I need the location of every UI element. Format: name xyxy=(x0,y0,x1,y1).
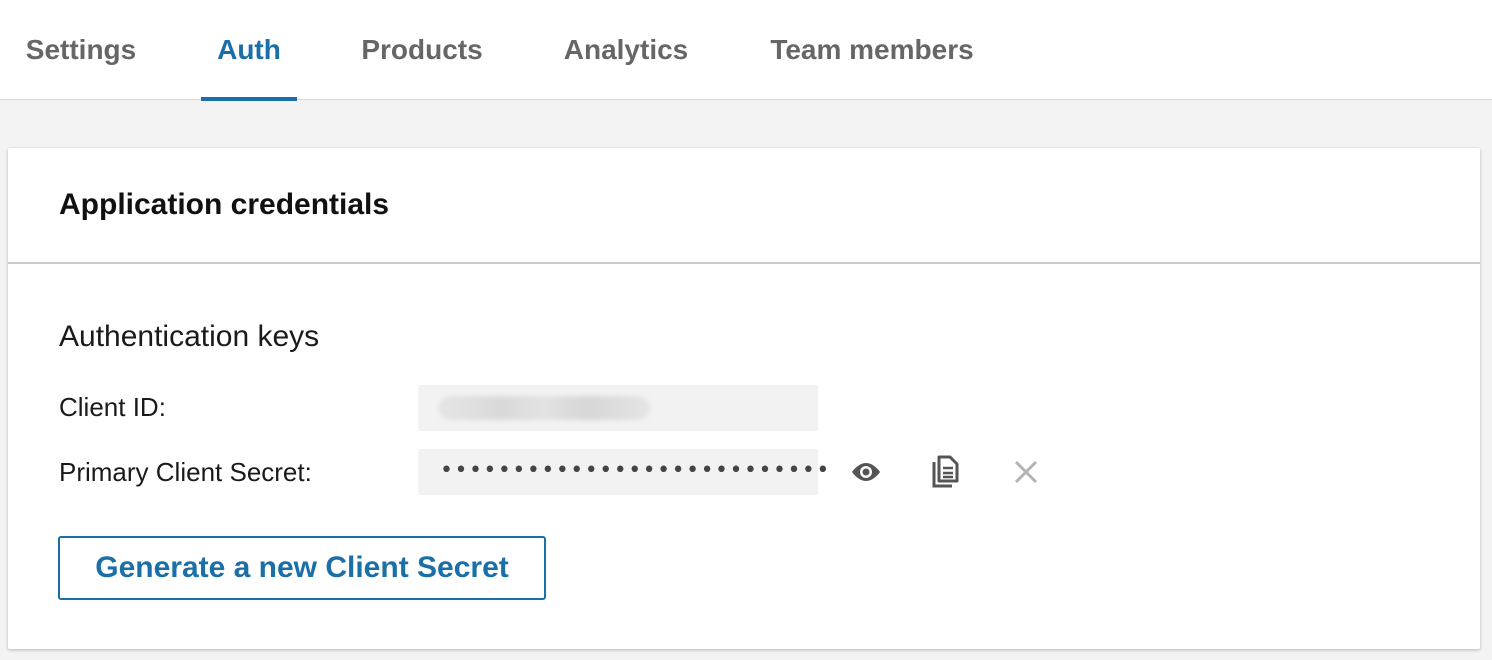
copy-icon xyxy=(932,455,959,488)
delete-secret-button[interactable] xyxy=(1006,452,1046,492)
eye-icon xyxy=(852,463,880,481)
tab-auth[interactable]: Auth xyxy=(201,0,297,101)
client-id-field[interactable] xyxy=(418,385,818,431)
client-secret-label: Primary Client Secret: xyxy=(59,457,312,487)
show-secret-button[interactable] xyxy=(846,452,886,492)
close-icon xyxy=(1014,460,1038,484)
copy-secret-button[interactable] xyxy=(925,452,965,492)
tab-settings[interactable]: Settings xyxy=(24,0,138,100)
client-secret-masked-value: ••••••••••••••••••••••••••• xyxy=(440,458,831,483)
client-secret-field[interactable]: ••••••••••••••••••••••••••• xyxy=(418,449,829,495)
section-title: Authentication keys xyxy=(59,320,320,353)
tab-analytics[interactable]: Analytics xyxy=(563,0,689,100)
generate-client-secret-button[interactable]: Generate a new Client Secret xyxy=(58,536,546,600)
tab-products[interactable]: Products xyxy=(360,0,484,100)
tab-bar: Settings Auth Products Analytics Team me… xyxy=(0,0,1492,101)
client-id-label: Client ID: xyxy=(59,392,166,422)
card-header: Application credentials xyxy=(8,148,1480,264)
tab-team-members[interactable]: Team members xyxy=(768,0,976,100)
client-id-redacted-value xyxy=(438,396,650,420)
credentials-card: Application credentials Authentication k… xyxy=(8,148,1480,649)
card-title: Application credentials xyxy=(59,188,390,221)
